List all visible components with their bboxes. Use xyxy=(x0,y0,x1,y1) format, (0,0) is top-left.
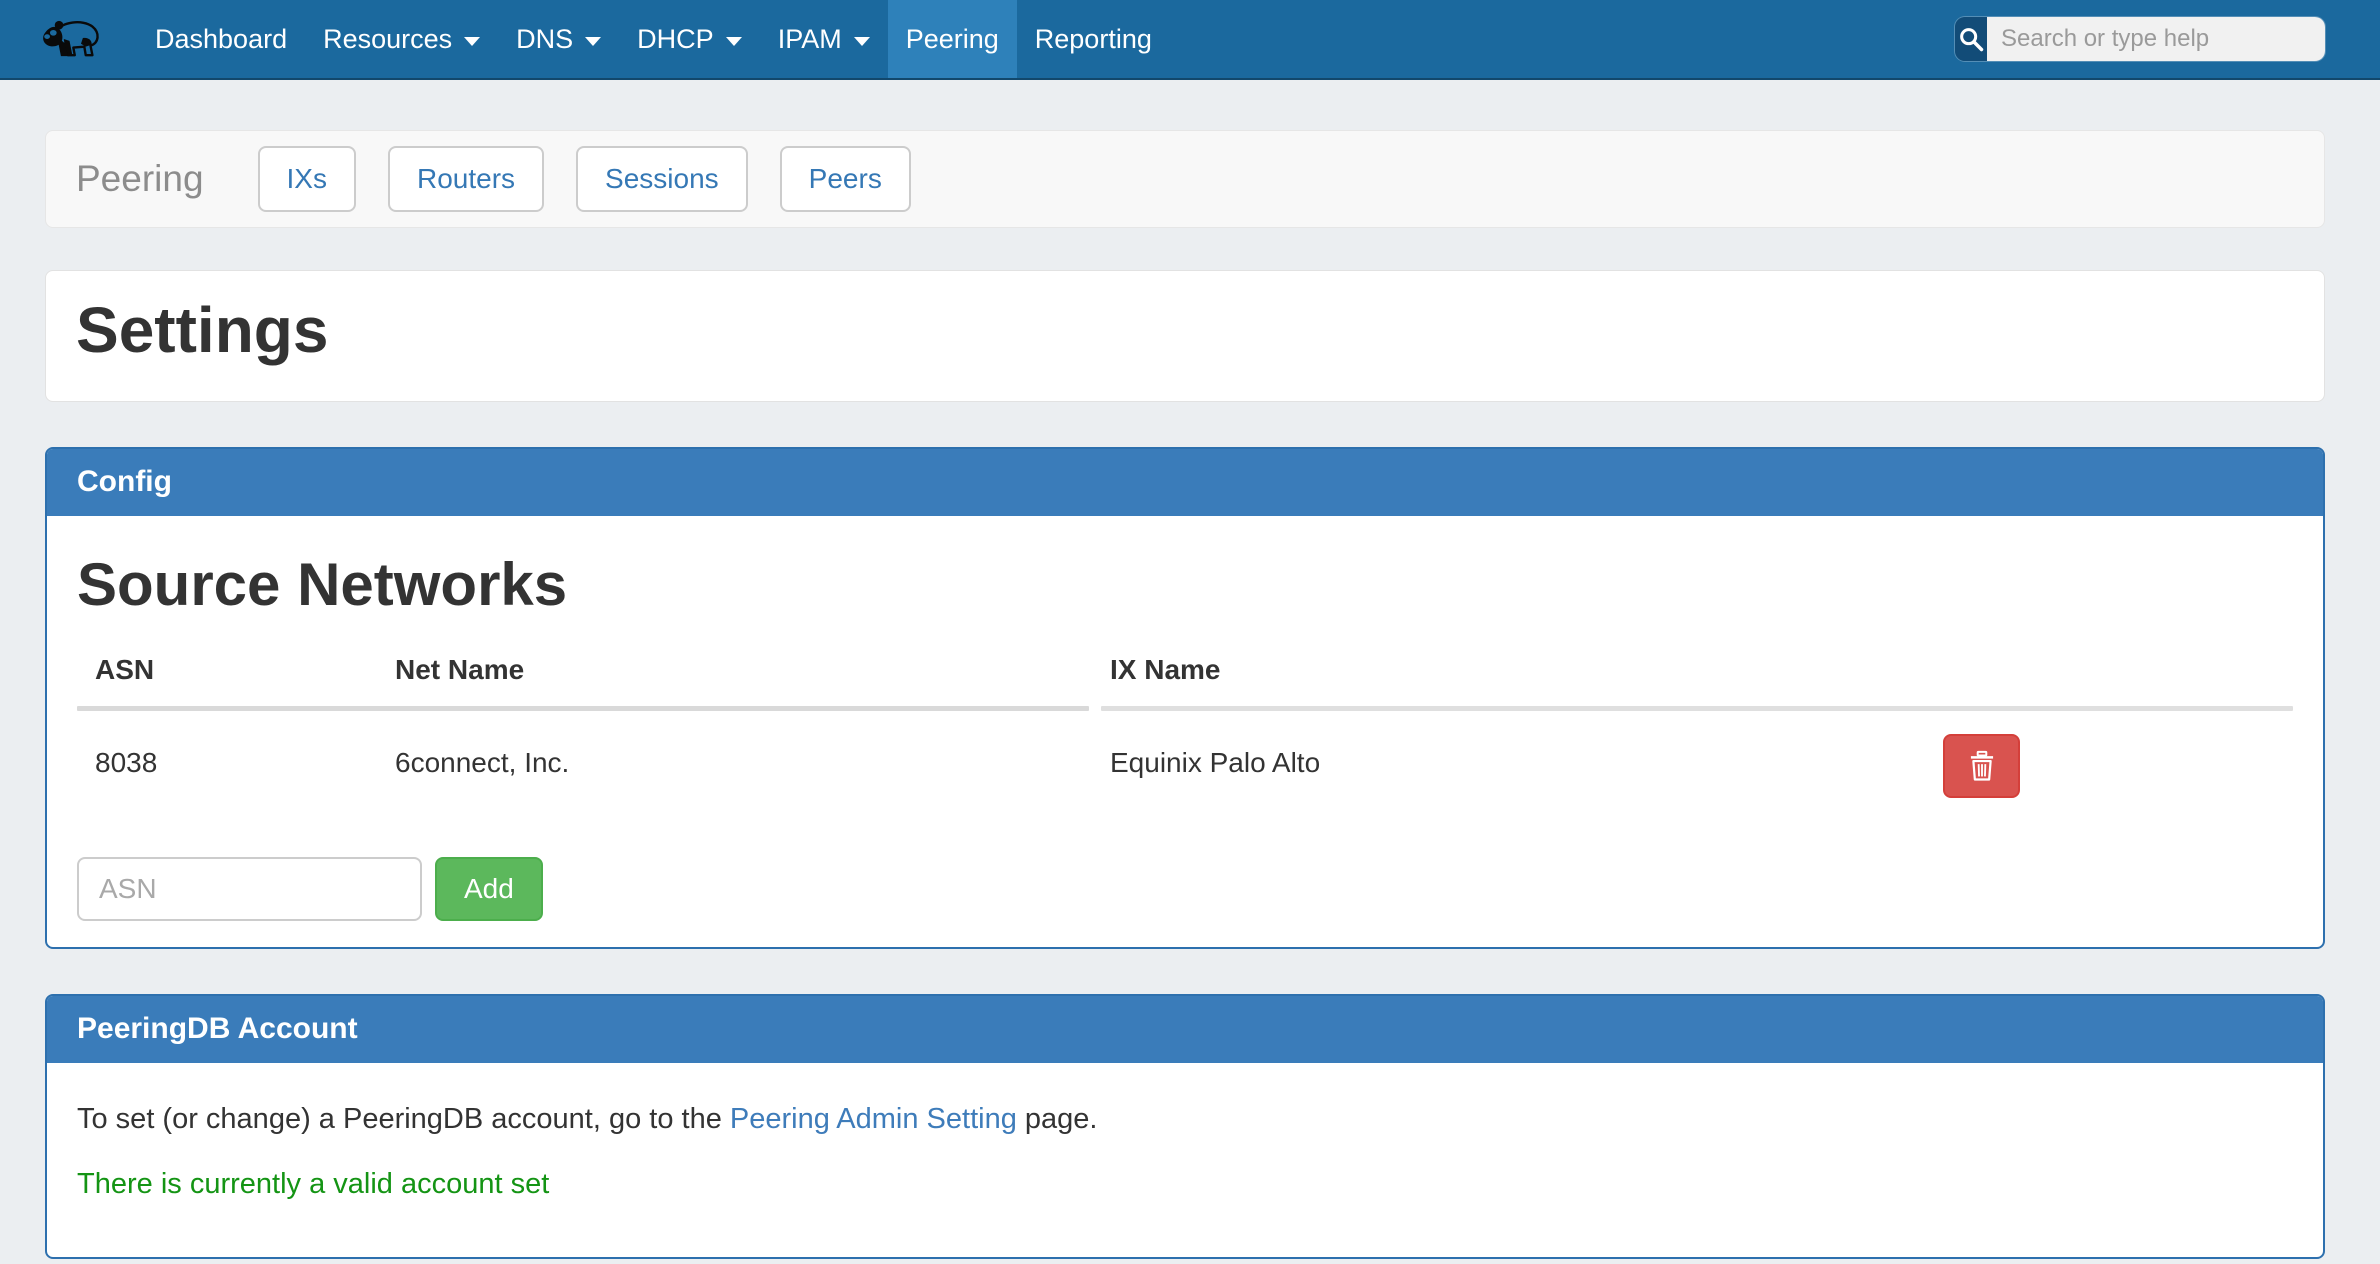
column-header-ix-name: IX Name xyxy=(1092,628,1923,706)
table-header-row: ASN Net Name IX Name xyxy=(77,628,2293,706)
nav-item-dns[interactable]: DNS xyxy=(498,0,619,78)
search-button[interactable] xyxy=(1955,17,1987,61)
peers-button[interactable]: Peers xyxy=(780,146,911,212)
cell-actions xyxy=(1923,711,2293,798)
page-container: Peering IXs Routers Sessions Peers Setti… xyxy=(45,130,2325,1259)
nav-label: Resources xyxy=(323,24,452,55)
caret-down-icon xyxy=(464,37,480,46)
search-icon xyxy=(1957,25,1985,53)
global-search xyxy=(1955,17,2325,61)
nav-label: Reporting xyxy=(1035,24,1152,55)
caret-down-icon xyxy=(854,37,870,46)
routers-button[interactable]: Routers xyxy=(388,146,544,212)
sessions-button[interactable]: Sessions xyxy=(576,146,748,212)
caret-down-icon xyxy=(585,37,601,46)
source-networks-table: ASN Net Name IX Name 8038 6connect, Inc.… xyxy=(77,628,2293,823)
peeringdb-panel-body: To set (or change) a PeeringDB account, … xyxy=(47,1103,2323,1257)
nav-item-dashboard[interactable]: Dashboard xyxy=(137,0,305,78)
peering-subnav: Peering IXs Routers Sessions Peers xyxy=(45,130,2325,228)
table-row: 8038 6connect, Inc. Equinix Palo Alto xyxy=(77,711,2293,823)
nav-item-ipam[interactable]: IPAM xyxy=(760,0,888,78)
nav-item-peering[interactable]: Peering xyxy=(888,0,1017,78)
panda-logo[interactable] xyxy=(0,0,105,78)
account-status-message: There is currently a valid account set xyxy=(77,1168,2293,1201)
nav-item-reporting[interactable]: Reporting xyxy=(1017,0,1170,78)
peeringdb-panel: PeeringDB Account To set (or change) a P… xyxy=(45,994,2325,1259)
config-panel: Config Source Networks ASN Net Name IX N… xyxy=(45,447,2325,949)
cell-asn: 8038 xyxy=(77,711,377,779)
config-panel-body: Source Networks ASN Net Name IX Name 803… xyxy=(47,552,2323,947)
nav-item-resources[interactable]: Resources xyxy=(305,0,498,78)
peeringdb-panel-header: PeeringDB Account xyxy=(47,996,2323,1063)
trash-icon xyxy=(1967,750,1997,782)
text-before-link: To set (or change) a PeeringDB account, … xyxy=(77,1103,730,1135)
global-search-input[interactable] xyxy=(1987,17,2325,61)
text-after-link: page. xyxy=(1017,1103,1098,1135)
main-menu: Dashboard Resources DNS DHCP IPAM Peerin… xyxy=(137,0,1170,78)
cell-ix-name: Equinix Palo Alto xyxy=(1092,711,1923,779)
settings-title-panel: Settings xyxy=(45,270,2325,402)
nav-label: Peering xyxy=(906,24,999,55)
cell-net-name: 6connect, Inc. xyxy=(377,711,1092,779)
asn-input[interactable] xyxy=(77,857,422,921)
column-header-net-name: Net Name xyxy=(377,628,1092,706)
top-navbar: Dashboard Resources DNS DHCP IPAM Peerin… xyxy=(0,0,2380,80)
config-panel-header: Config xyxy=(47,449,2323,516)
caret-down-icon xyxy=(726,37,742,46)
peering-admin-setting-link[interactable]: Peering Admin Setting xyxy=(730,1103,1017,1135)
nav-label: Dashboard xyxy=(155,24,287,55)
add-asn-form: Add xyxy=(77,857,2293,921)
nav-label: IPAM xyxy=(778,24,842,55)
page-title: Settings xyxy=(76,293,2294,367)
section-title-peering: Peering xyxy=(76,158,204,200)
nav-label: DNS xyxy=(516,24,573,55)
peeringdb-instructions: To set (or change) a PeeringDB account, … xyxy=(77,1103,2293,1136)
delete-source-network-button[interactable] xyxy=(1943,734,2020,798)
add-button[interactable]: Add xyxy=(435,857,543,921)
column-header-asn: ASN xyxy=(77,628,377,706)
ixs-button[interactable]: IXs xyxy=(258,146,356,212)
column-header-actions xyxy=(1923,628,2293,674)
panda-icon xyxy=(39,11,101,67)
source-networks-title: Source Networks xyxy=(77,552,2293,618)
nav-item-dhcp[interactable]: DHCP xyxy=(619,0,760,78)
nav-label: DHCP xyxy=(637,24,714,55)
